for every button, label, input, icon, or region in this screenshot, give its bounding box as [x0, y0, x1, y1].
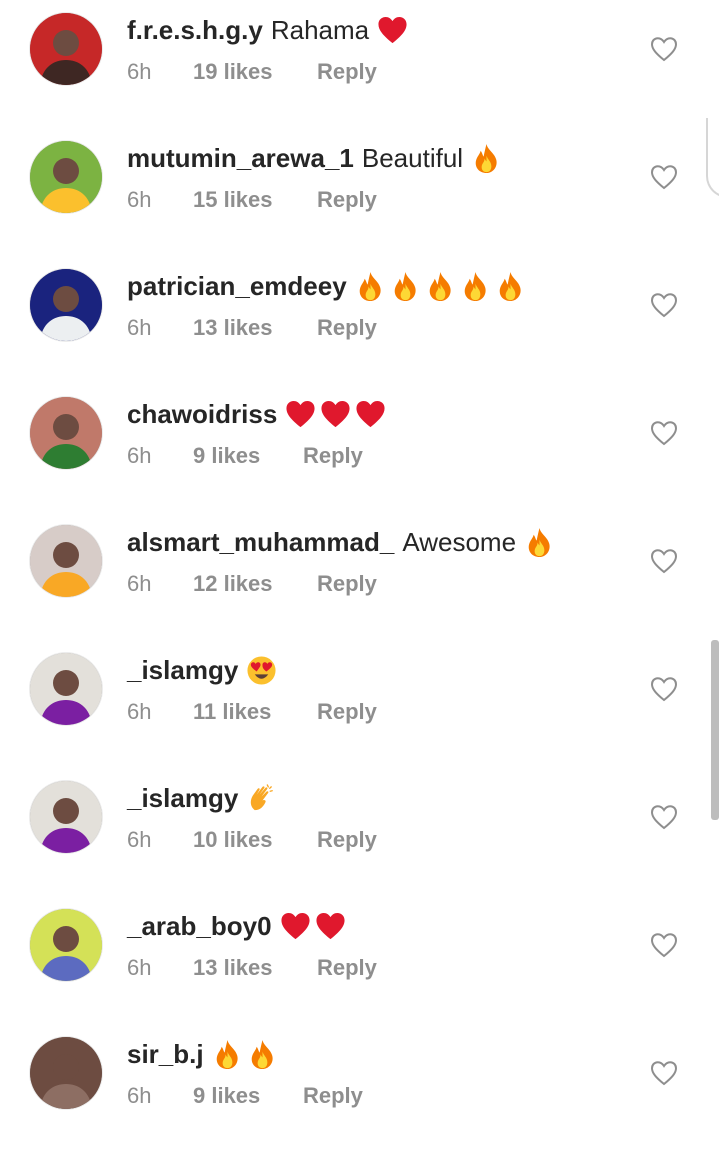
comment-likes-count[interactable]: 13 likes: [193, 955, 317, 981]
fire-emoji-icon: [524, 527, 555, 558]
comment-item: patrician_emdeey 6h 13 likes Reply: [0, 256, 719, 384]
avatar[interactable]: [30, 525, 102, 597]
reply-button[interactable]: Reply: [317, 187, 377, 213]
fire-emoji-icon: [247, 1039, 278, 1070]
comment-item: sir_b.j 6h 9 likes Reply: [0, 1024, 719, 1152]
comment-text: Rahama: [270, 14, 370, 45]
comment-item: _islamgy 6h 11 likes Reply: [0, 640, 719, 768]
avatar[interactable]: [30, 1037, 102, 1109]
comment-emojis: [377, 15, 408, 46]
heart-emoji-icon: [280, 911, 311, 942]
clap-emoji-icon: [246, 783, 277, 814]
avatar[interactable]: [30, 781, 102, 853]
avatar[interactable]: [30, 141, 102, 213]
comment-emojis: [524, 527, 555, 558]
comment-timestamp: 6h: [127, 187, 152, 212]
comment-username[interactable]: sir_b.j: [127, 1039, 204, 1070]
comment-timestamp: 6h: [127, 571, 152, 596]
comment-item: _islamgy 6h 10 likes Reply: [0, 768, 719, 896]
like-heart-icon[interactable]: [650, 36, 678, 62]
reply-button[interactable]: Reply: [317, 571, 377, 597]
heart-eyes-emoji-icon: [246, 655, 277, 686]
like-heart-icon[interactable]: [650, 164, 678, 190]
comment-emojis: [212, 1039, 278, 1070]
fire-emoji-icon: [460, 271, 491, 302]
heart-emoji-icon: [355, 399, 386, 430]
comment-username[interactable]: _islamgy: [127, 783, 238, 814]
comment-username[interactable]: _islamgy: [127, 655, 238, 686]
like-heart-icon[interactable]: [650, 804, 678, 830]
comment-username[interactable]: patrician_emdeey: [127, 271, 347, 302]
avatar[interactable]: [30, 653, 102, 725]
reply-button[interactable]: Reply: [317, 827, 377, 853]
comment-timestamp: 6h: [127, 59, 152, 84]
fire-emoji-icon: [212, 1039, 243, 1070]
like-heart-icon[interactable]: [650, 676, 678, 702]
like-heart-icon[interactable]: [650, 1060, 678, 1086]
comment-timestamp: 6h: [127, 443, 152, 468]
comment-timestamp: 6h: [127, 827, 152, 852]
like-heart-icon[interactable]: [650, 420, 678, 446]
comment-likes-count[interactable]: 9 likes: [193, 443, 303, 469]
comment-username[interactable]: alsmart_muhammad_: [127, 527, 394, 558]
comment-item: _arab_boy0 6h 13 likes Reply: [0, 896, 719, 1024]
reply-button[interactable]: Reply: [303, 1083, 363, 1109]
comment-username[interactable]: _arab_boy0: [127, 911, 272, 942]
comment-emojis: [246, 783, 277, 814]
comment-username[interactable]: mutumin_arewa_1: [127, 143, 354, 174]
reply-button[interactable]: Reply: [317, 955, 377, 981]
comment-likes-count[interactable]: 13 likes: [193, 315, 317, 341]
comment-likes-count[interactable]: 12 likes: [193, 571, 317, 597]
overlay-edge: [706, 118, 719, 198]
like-heart-icon[interactable]: [650, 548, 678, 574]
comment-item: alsmart_muhammad_ Awesome 6h 12 likes Reply: [0, 512, 719, 640]
reply-button[interactable]: Reply: [317, 59, 377, 85]
comment-likes-count[interactable]: 19 likes: [193, 59, 317, 85]
comment-emojis: [285, 399, 386, 430]
fire-emoji-icon: [495, 271, 526, 302]
comment-username[interactable]: f.r.e.s.h.g.y: [127, 15, 263, 46]
heart-emoji-icon: [377, 15, 408, 46]
comment-emojis: [355, 271, 526, 302]
reply-button[interactable]: Reply: [317, 315, 377, 341]
comment-timestamp: 6h: [127, 315, 152, 340]
fire-emoji-icon: [390, 271, 421, 302]
like-heart-icon[interactable]: [650, 932, 678, 958]
avatar[interactable]: [30, 909, 102, 981]
comment-timestamp: 6h: [127, 1083, 152, 1108]
heart-emoji-icon: [315, 911, 346, 942]
scrollbar[interactable]: [711, 640, 719, 820]
comment-username[interactable]: chawoidriss: [127, 399, 277, 430]
reply-button[interactable]: Reply: [303, 443, 363, 469]
comment-item: chawoidriss 6h 9 likes Reply: [0, 384, 719, 512]
fire-emoji-icon: [355, 271, 386, 302]
heart-emoji-icon: [320, 399, 351, 430]
comment-text: Beautiful: [361, 142, 464, 173]
comment-emojis: [471, 143, 502, 174]
comment-likes-count[interactable]: 9 likes: [193, 1083, 303, 1109]
comment-timestamp: 6h: [127, 699, 152, 724]
comment-likes-count[interactable]: 11 likes: [193, 699, 317, 725]
like-heart-icon[interactable]: [650, 292, 678, 318]
comment-emojis: [280, 911, 346, 942]
comment-item: f.r.e.s.h.g.y Rahama 6h 19 likes Reply: [0, 0, 719, 128]
reply-button[interactable]: Reply: [317, 699, 377, 725]
avatar[interactable]: [30, 13, 102, 85]
comment-emojis: [246, 655, 277, 686]
comment-text: Awesome: [402, 526, 517, 557]
comment-timestamp: 6h: [127, 955, 152, 980]
avatar[interactable]: [30, 269, 102, 341]
heart-emoji-icon: [285, 399, 316, 430]
comment-likes-count[interactable]: 15 likes: [193, 187, 317, 213]
fire-emoji-icon: [425, 271, 456, 302]
fire-emoji-icon: [471, 143, 502, 174]
avatar[interactable]: [30, 397, 102, 469]
comment-likes-count[interactable]: 10 likes: [193, 827, 317, 853]
comment-item: mutumin_arewa_1 Beautiful 6h 15 likes Reply: [0, 128, 719, 256]
